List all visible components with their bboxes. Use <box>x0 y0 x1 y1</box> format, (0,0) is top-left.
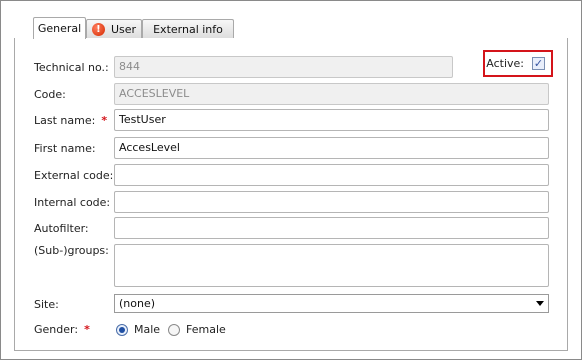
subgroups-label: (Sub-)groups: <box>34 244 109 257</box>
technical-no-label: Technical no.: <box>34 61 109 74</box>
dropdown-arrow-icon <box>536 301 544 306</box>
technical-no-value: 844 <box>119 60 140 73</box>
site-select[interactable]: (none) <box>114 294 549 313</box>
gender-female-option[interactable]: Female <box>168 323 226 336</box>
active-checkbox[interactable]: ✓ <box>532 57 545 70</box>
autofilter-label: Autofilter: <box>34 222 89 235</box>
tab-user-label: User <box>110 23 137 36</box>
active-label: Active: <box>486 57 524 70</box>
tab-general-label: General <box>37 22 82 35</box>
technical-no-field[interactable]: 844 <box>114 56 453 78</box>
active-highlight: Active: ✓ <box>483 50 553 77</box>
gender-female-label: Female <box>186 323 226 336</box>
external-code-label: External code: <box>34 169 114 182</box>
first-name-field[interactable]: AccesLevel <box>114 137 549 159</box>
required-marker: * <box>84 323 90 336</box>
autofilter-field[interactable] <box>114 217 549 239</box>
tab-external-info-label: External info <box>153 23 223 36</box>
last-name-label: Last name: * <box>34 114 108 127</box>
subgroups-list[interactable] <box>114 244 549 287</box>
gender-male-option[interactable]: Male <box>116 323 160 336</box>
code-value: ACCESLEVEL <box>119 87 190 100</box>
last-name-field[interactable]: TestUser <box>114 109 549 131</box>
radio-unselected-icon[interactable] <box>168 323 180 336</box>
gender-male-label: Male <box>134 323 161 336</box>
code-field[interactable]: ACCESLEVEL <box>114 83 549 105</box>
radio-selected-icon[interactable] <box>116 323 128 336</box>
internal-code-field[interactable] <box>114 191 549 213</box>
tab-user[interactable]: ! User <box>86 19 142 39</box>
first-name-label: First name: <box>34 142 96 155</box>
first-name-value: AccesLevel <box>119 141 180 154</box>
tab-external-info[interactable]: External info <box>142 19 234 39</box>
external-code-field[interactable] <box>114 164 549 186</box>
required-marker: * <box>101 114 108 127</box>
site-label: Site: <box>34 298 59 311</box>
site-selected-value: (none) <box>119 297 156 310</box>
tab-general[interactable]: General <box>33 17 86 39</box>
internal-code-label: Internal code: <box>34 196 111 209</box>
gender-label: Gender: * <box>34 323 90 336</box>
alert-icon: ! <box>91 23 105 36</box>
last-name-value: TestUser <box>119 113 166 126</box>
code-label: Code: <box>34 88 66 101</box>
